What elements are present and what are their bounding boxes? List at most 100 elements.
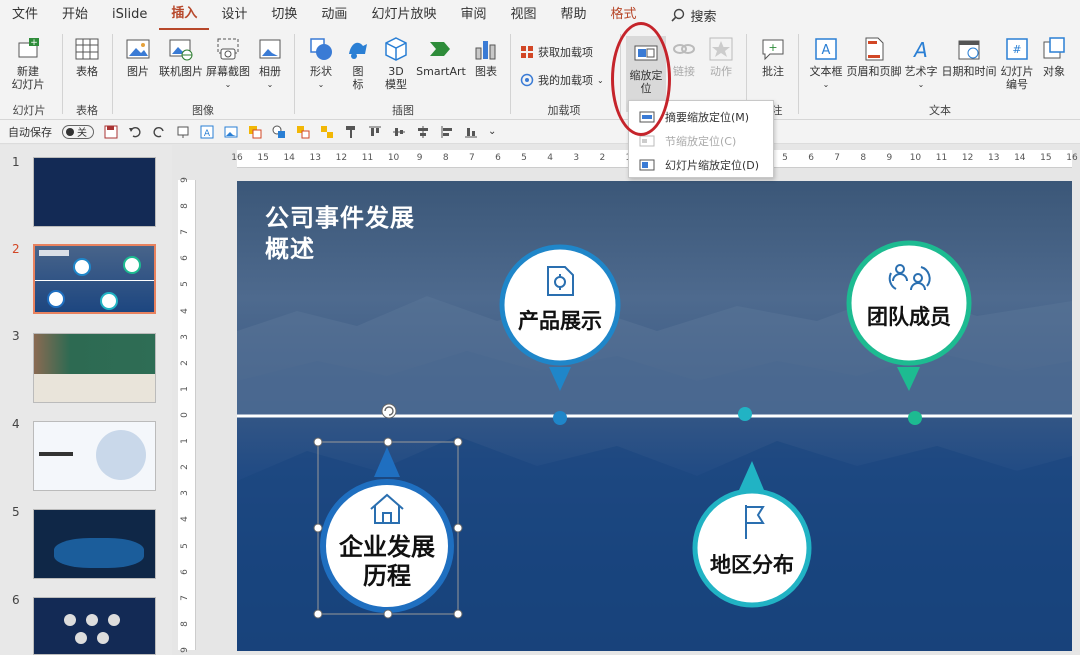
ruler-tick-label: 10	[387, 153, 400, 163]
picture-small-icon[interactable]	[224, 125, 238, 139]
section-zoom-icon	[639, 135, 655, 147]
ribbon: + 新建 幻灯片 幻灯片 表格 表格 图片 联机图片 屏幕截图 ⌄ 相册 ⌄ 图…	[0, 30, 1080, 120]
header-footer-button[interactable]: 页眉和页脚	[846, 36, 902, 78]
chart-button[interactable]: 图表	[470, 36, 502, 78]
slide-thumbnail-2[interactable]	[33, 244, 156, 314]
textbox-button[interactable]: A 文本框 ⌄	[806, 36, 846, 91]
slide-number-button[interactable]: # 幻灯片 编号	[998, 36, 1036, 91]
menu-help[interactable]: 帮助	[548, 0, 598, 30]
node-label-team[interactable]: 团队成员	[849, 301, 969, 331]
ungroup-icon[interactable]	[320, 125, 334, 139]
object-icon	[1041, 36, 1067, 62]
slide-canvas[interactable]: 公司事件发展 概述 产品展示 团队成员 企业发展 历程 地区分布	[237, 181, 1072, 651]
smartart-button[interactable]: SmartArt	[414, 36, 468, 78]
ribbon-separator	[62, 34, 63, 114]
customize-qat-icon[interactable]: ⌄	[488, 126, 496, 137]
wordart-button[interactable]: A 艺术字 ⌄	[902, 36, 940, 91]
online-picture-button[interactable]: 联机图片	[158, 36, 204, 78]
table-button[interactable]: 表格	[70, 36, 104, 78]
menu-slideshow[interactable]: 幻灯片放映	[359, 0, 448, 30]
summary-zoom-item[interactable]: 摘要缩放定位(M)	[629, 105, 773, 129]
menu-design[interactable]: 设计	[209, 0, 259, 30]
slide-title[interactable]: 公司事件发展 概述	[265, 203, 415, 265]
object-button[interactable]: 对象	[1038, 36, 1070, 78]
get-addins-label: 获取加载项	[538, 46, 593, 59]
group-icon[interactable]	[296, 125, 310, 139]
align-middle-icon[interactable]	[392, 125, 406, 139]
menu-transitions[interactable]: 切换	[259, 0, 309, 30]
ruler-tick-label: 6	[495, 153, 501, 163]
menu-file[interactable]: 文件	[0, 0, 50, 30]
slide-thumbnail-1[interactable]	[33, 157, 156, 227]
get-addins-button[interactable]: 获取加载项	[520, 44, 593, 60]
ribbon-separator	[294, 34, 295, 114]
action-button[interactable]: 动作	[704, 36, 738, 78]
shapes-icon[interactable]	[272, 125, 286, 139]
menu-insert[interactable]: 插入	[159, 0, 210, 30]
slide-zoom-icon	[639, 159, 655, 171]
chevron-down-icon: ⌄	[597, 75, 604, 85]
album-button[interactable]: 相册 ⌄	[254, 36, 286, 91]
menu-format[interactable]: 格式	[599, 0, 649, 30]
screenshot-button[interactable]: 屏幕截图 ⌄	[204, 36, 252, 91]
ruler-tick-label: 13	[987, 153, 1000, 163]
zoom-dropdown-menu: 摘要缩放定位(M) 节缩放定位(C) 幻灯片缩放定位(D)	[628, 100, 774, 178]
menu-islide[interactable]: iSlide	[100, 0, 159, 30]
ruler-tick-label: 2	[599, 153, 606, 163]
addin-icon	[520, 73, 534, 87]
node-label-region[interactable]: 地区分布	[692, 549, 812, 579]
textbox-icon: A	[813, 36, 839, 62]
slide-zoom-item[interactable]: 幻灯片缩放定位(D)	[629, 153, 773, 177]
my-addins-label: 我的加载项	[538, 74, 593, 87]
menu-view[interactable]: 视图	[498, 0, 548, 30]
comment-button[interactable]: + 批注	[756, 36, 790, 78]
menu-bar: 文件 开始 iSlide 插入 设计 切换 动画 幻灯片放映 审阅 视图 帮助 …	[0, 0, 1080, 30]
align-top-icon[interactable]	[368, 125, 382, 139]
svg-text:#: #	[1012, 43, 1021, 56]
quick-access-toolbar: 自动保存 关 A ⌄	[0, 120, 1080, 144]
ruler-tick-label: 8	[179, 203, 190, 209]
from-beginning-icon[interactable]	[176, 125, 190, 139]
3d-model-button[interactable]: 3D 模型	[378, 36, 414, 91]
align-left-icon[interactable]	[440, 125, 454, 139]
slide-thumbnail-5[interactable]	[33, 509, 156, 579]
slide-thumbnail-4[interactable]	[33, 421, 156, 491]
align-bottom-icon[interactable]	[464, 125, 478, 139]
link-button[interactable]: 链接	[668, 36, 700, 78]
action-label: 动作	[710, 65, 732, 78]
slide-thumbnail-6[interactable]	[33, 597, 156, 655]
shape-button[interactable]: 形状 ⌄	[304, 36, 338, 91]
format-painter-icon[interactable]	[344, 125, 358, 139]
redo-icon[interactable]	[152, 125, 166, 139]
menu-animations[interactable]: 动画	[309, 0, 359, 30]
autosave-toggle[interactable]: 关	[62, 124, 94, 139]
svg-text:A: A	[204, 129, 211, 139]
ruler-tick-label: 12	[961, 153, 974, 163]
ruler-tick-label: 7	[468, 153, 475, 163]
picture-icon	[125, 36, 151, 62]
resize-handle	[383, 437, 393, 447]
node-label-history[interactable]: 企业发展 历程	[327, 533, 447, 591]
save-icon[interactable]	[104, 125, 118, 139]
table-label: 表格	[76, 65, 98, 78]
datetime-button[interactable]: 日期和时间	[940, 36, 998, 78]
icons-button[interactable]: 图 标	[342, 36, 374, 91]
my-addins-button[interactable]: 我的加载项 ⌄	[520, 72, 604, 88]
picture-button[interactable]: 图片	[122, 36, 154, 78]
zoom-label: 缩放定 位	[629, 69, 663, 95]
textbox-small-icon[interactable]: A	[200, 125, 214, 139]
shape-fill-icon[interactable]	[248, 125, 262, 139]
section-zoom-item[interactable]: 节缩放定位(C)	[629, 129, 773, 153]
undo-icon[interactable]	[128, 125, 142, 139]
menu-review[interactable]: 审阅	[448, 0, 498, 30]
timeline-dot	[738, 407, 752, 421]
slide-thumbnail-3[interactable]	[33, 333, 156, 403]
align-center-icon[interactable]	[416, 125, 430, 139]
menu-home[interactable]: 开始	[50, 0, 100, 30]
table-icon	[74, 36, 100, 62]
node-label-product[interactable]: 产品展示	[500, 305, 620, 335]
search-box[interactable]: 搜索	[670, 6, 717, 25]
new-slide-button[interactable]: + 新建 幻灯片	[6, 36, 50, 91]
ruler-tick-label: 16	[231, 153, 243, 163]
chevron-down-icon: ⌄	[917, 80, 925, 89]
